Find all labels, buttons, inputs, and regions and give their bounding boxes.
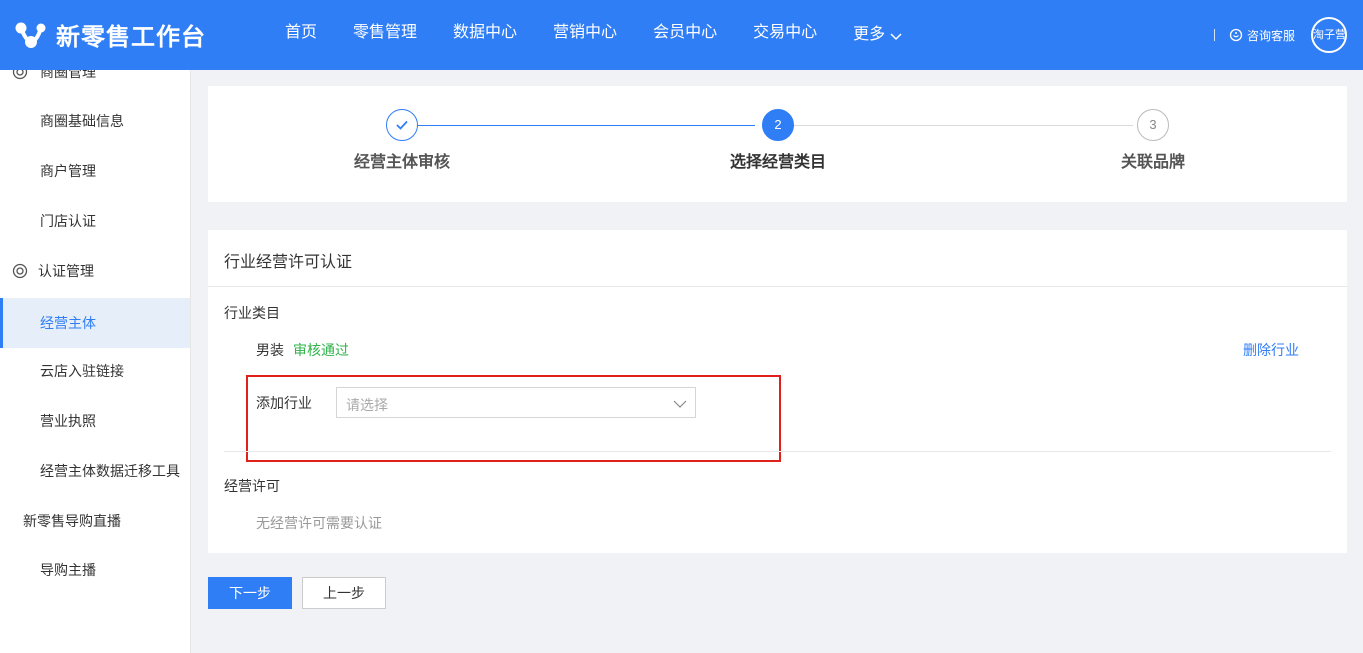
steps-card: 2 3 经营主体审核 选择经营类目 关联品牌: [208, 86, 1347, 202]
next-step-button[interactable]: 下一步: [208, 577, 292, 609]
step-1-label: 经营主体审核: [353, 154, 451, 171]
step-connector-pending: [794, 125, 1133, 126]
nav-marketing[interactable]: 营销中心: [536, 0, 634, 70]
card-title: 行业经营许可认证: [224, 254, 353, 271]
sidebar-item-circle-info[interactable]: 商圈基础信息: [0, 96, 190, 146]
sidebar-group-auth[interactable]: 认证管理: [0, 246, 190, 296]
license-section-title: 经营许可: [224, 478, 280, 494]
section-divider: [224, 451, 1331, 452]
industry-select[interactable]: 请选择: [336, 387, 696, 418]
nav-data[interactable]: 数据中心: [436, 0, 534, 70]
step-connector-done: [418, 125, 755, 126]
nav-more-label: 更多: [853, 26, 886, 43]
top-nav: 首页 零售管理 数据中心 营销中心 会员中心 交易中心 更多: [268, 0, 922, 70]
nav-home[interactable]: 首页: [268, 0, 334, 70]
industry-section-title: 行业类目: [224, 305, 280, 321]
sidebar-item-store-auth[interactable]: 门店认证: [0, 196, 190, 246]
industry-status: 审核通过: [293, 342, 349, 358]
sidebar-item-anchor[interactable]: 导购主播: [0, 545, 190, 595]
top-header: 新零售工作台 首页 零售管理 数据中心 营销中心 会员中心 交易中心 更多 咨询…: [0, 0, 1363, 70]
sidebar-item-business-entity[interactable]: 经营主体: [0, 298, 190, 348]
card-divider: [208, 286, 1347, 287]
industry-name: 男装: [256, 342, 284, 358]
sidebar-item-merchant[interactable]: 商户管理: [0, 146, 190, 196]
customer-service-button[interactable]: 咨询客服: [1229, 27, 1295, 44]
header-divider: [1213, 29, 1215, 41]
target-icon: [12, 70, 28, 80]
header-right: 咨询客服 淘子营: [1213, 0, 1363, 70]
app-logo[interactable]: 新零售工作台: [14, 17, 206, 52]
industry-select-placeholder: 请选择: [346, 397, 388, 413]
prev-step-button[interactable]: 上一步: [302, 577, 386, 609]
sidebar-group-label: 认证管理: [38, 263, 94, 279]
chevron-down-icon: [673, 400, 687, 408]
chevron-down-icon: [890, 33, 902, 41]
step-3-circle: 3: [1137, 109, 1169, 141]
app-title: 新零售工作台: [56, 24, 206, 51]
sidebar-group-live[interactable]: 新零售导购直播: [0, 496, 190, 546]
license-card: 行业经营许可认证 行业类目 男装 审核通过 删除行业 添加行业 请选择 经营许可…: [208, 230, 1347, 553]
target-icon: [12, 263, 28, 279]
sidebar-item-business-license[interactable]: 营业执照: [0, 396, 190, 446]
check-icon: [396, 120, 408, 130]
nav-member[interactable]: 会员中心: [636, 0, 734, 70]
delete-industry-link[interactable]: 删除行业: [1243, 340, 1299, 360]
step-1-circle: [386, 109, 418, 141]
add-industry-label: 添加行业: [256, 395, 312, 411]
logo-icon: [15, 22, 46, 48]
step-2-label: 选择经营类目: [729, 154, 827, 171]
sidebar-group-business-circle[interactable]: 商圈管理: [40, 70, 96, 82]
nav-retail[interactable]: 零售管理: [336, 0, 434, 70]
avatar[interactable]: 淘子营: [1311, 17, 1347, 53]
sidebar: 商圈管理 商圈基础信息 商户管理 门店认证 认证管理 经营主体 云店入驻链接 营…: [0, 70, 191, 653]
nav-more[interactable]: 更多: [836, 0, 920, 70]
sidebar-item-cloud-store-link[interactable]: 云店入驻链接: [0, 346, 190, 396]
step-3-label: 关联品牌: [1120, 154, 1186, 171]
step-2-circle: 2: [762, 109, 794, 141]
nav-trade[interactable]: 交易中心: [736, 0, 834, 70]
sidebar-item-migration-tool[interactable]: 经营主体数据迁移工具: [0, 446, 190, 496]
headset-icon: [1229, 28, 1243, 42]
service-label: 咨询客服: [1246, 28, 1295, 43]
license-empty-text: 无经营许可需要认证: [256, 515, 382, 531]
